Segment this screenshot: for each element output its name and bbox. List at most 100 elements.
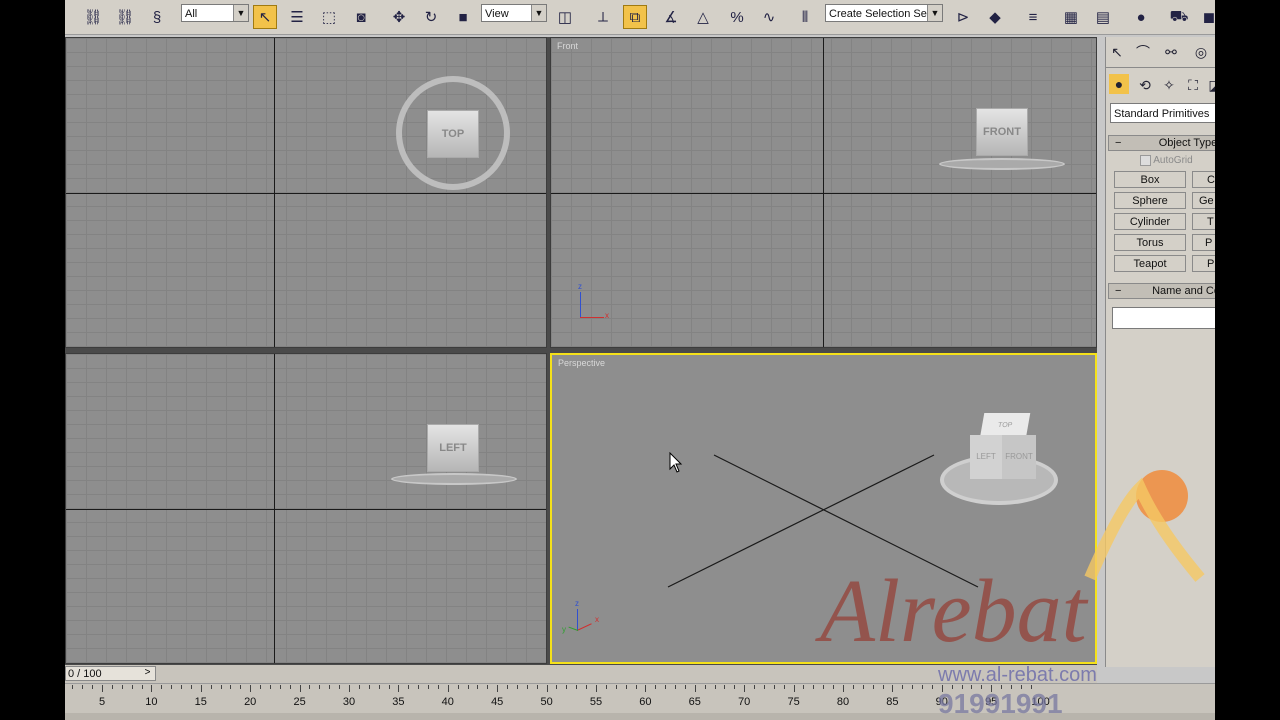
viewcube-ring[interactable] [939, 158, 1065, 170]
track-tick-label: 75 [787, 696, 800, 708]
checkbox-box[interactable] [1140, 155, 1151, 166]
axis-tripod-icon: z x [575, 282, 611, 324]
named-selection-dropdown[interactable]: Create Selection Set ▼ [825, 4, 943, 22]
select-by-name-icon[interactable]: ☰ [285, 5, 309, 29]
track-tick [141, 685, 143, 689]
cameras-icon[interactable]: ⛶ [1182, 74, 1204, 96]
track-tick-label: 55 [589, 696, 603, 708]
object-name-input[interactable] [1112, 307, 1215, 329]
watermark-logo [1084, 470, 1205, 582]
viewport-top[interactable]: TOP [65, 37, 547, 348]
schematic-view-icon[interactable]: ▤ [1091, 5, 1115, 29]
viewport-left[interactable]: LEFT [65, 353, 547, 664]
viewcube-left[interactable]: LEFT [427, 424, 479, 472]
pyramid-button[interactable]: P [1192, 234, 1215, 251]
angle-snap-icon[interactable]: ∡ [659, 5, 683, 29]
viewcube-perspective[interactable]: TOP LEFT FRONT [968, 413, 1038, 485]
viewcube-label: FRONT [983, 126, 1021, 138]
window-crossing-icon[interactable]: ◙ [349, 5, 373, 29]
curve-editor-icon[interactable]: ▦ [1059, 5, 1083, 29]
plane-button[interactable]: P [1192, 255, 1215, 272]
box-button[interactable]: Box [1114, 171, 1186, 188]
name-color-rollout[interactable]: − Name and Co [1108, 283, 1215, 299]
viewport-front[interactable]: Front FRONT z x [550, 37, 1097, 348]
named-selection-value: Create Selection Set [829, 8, 930, 20]
motion-tab-icon[interactable]: ◎ [1190, 41, 1212, 63]
track-tick [852, 685, 854, 689]
autogrid-checkbox[interactable]: AutoGrid [1140, 155, 1193, 166]
axis-y-label: y [562, 625, 566, 634]
grid-axis-line [823, 38, 824, 347]
percent-snap-icon[interactable]: △ [691, 5, 715, 29]
selection-filter-dropdown[interactable]: All ▼ [181, 4, 249, 22]
track-tick [457, 685, 459, 689]
category-value: Standard Primitives [1114, 108, 1210, 120]
mirror-icon[interactable]: ⊳ [951, 5, 975, 29]
lights-icon[interactable]: ✧ [1158, 74, 1180, 96]
track-tick-label: 35 [392, 696, 405, 708]
torus-button[interactable]: Torus [1114, 234, 1186, 251]
abc-icon[interactable]: ⫴ [793, 5, 817, 29]
viewcube-ring[interactable] [391, 473, 517, 485]
teapot-button[interactable]: Teapot [1114, 255, 1186, 272]
layer-manager-icon[interactable]: ≡ [1021, 5, 1045, 29]
bind-space-warp-icon[interactable]: § [145, 5, 169, 29]
next-frame-icon[interactable]: > [139, 666, 156, 681]
cylinder-button[interactable]: Cylinder [1114, 213, 1186, 230]
viewcube-top[interactable]: TOP [427, 110, 479, 158]
viewcube-front[interactable]: FRONT [976, 108, 1028, 156]
select-manipulate-icon[interactable]: ⟂ [591, 5, 615, 29]
track-tick [121, 685, 123, 689]
rectangular-selection-icon[interactable]: ⬚ [317, 5, 341, 29]
track-tick [931, 685, 933, 689]
time-slider-label: 0 / 100 [68, 668, 102, 680]
align-icon[interactable]: ◆ [983, 5, 1007, 29]
track-tick [813, 685, 815, 689]
quick-render-icon[interactable]: ◼ [1197, 5, 1215, 29]
track-tick [862, 685, 864, 689]
viewcube-face-left[interactable]: LEFT [970, 435, 1002, 479]
object-type-rollout[interactable]: − Object Type [1108, 135, 1215, 151]
unlink-icon[interactable]: ⛓ [113, 5, 137, 29]
track-tick [684, 685, 686, 689]
track-tick-label: 60 [639, 696, 652, 708]
spinner-snap-icon[interactable]: % [725, 5, 749, 29]
track-tick [418, 685, 420, 689]
rotate-icon[interactable]: ↻ [419, 5, 443, 29]
track-tick [437, 685, 439, 689]
helpers-icon[interactable]: ◪ [1204, 74, 1215, 96]
reference-coord-dropdown[interactable]: View ▼ [481, 4, 547, 22]
track-tick-label: 85 [886, 696, 899, 708]
track-tick [260, 685, 262, 689]
track-tick [368, 685, 370, 689]
shapes-icon[interactable]: ⟲ [1134, 74, 1156, 96]
viewcube-label: LEFT [439, 442, 467, 454]
select-link-icon[interactable]: ⛓ [81, 5, 105, 29]
move-icon[interactable]: ✥ [387, 5, 411, 29]
viewcube-face-front[interactable]: FRONT [1002, 435, 1036, 479]
track-tick-label: 20 [244, 696, 257, 708]
create-tab-icon[interactable]: ↖ [1106, 41, 1128, 63]
hierarchy-tab-icon[interactable]: ⚯ [1160, 41, 1182, 63]
track-tick [576, 685, 578, 689]
track-tick-label: 70 [738, 696, 751, 708]
collapse-icon: − [1115, 285, 1122, 297]
select-object-icon[interactable]: ↖ [253, 5, 277, 29]
modify-tab-icon[interactable]: ⌒ [1132, 41, 1154, 63]
render-setup-icon[interactable]: ⛟ [1167, 5, 1191, 29]
scale-icon[interactable]: ■ [451, 5, 475, 29]
sphere-button[interactable]: Sphere [1114, 192, 1186, 209]
category-dropdown[interactable]: Standard Primitives [1110, 103, 1215, 123]
track-tick [744, 685, 746, 692]
pivot-center-icon[interactable]: ◫ [553, 5, 577, 29]
track-tick [230, 685, 232, 689]
tube-button[interactable]: T [1192, 213, 1215, 230]
geosphere-button[interactable]: Ge [1192, 192, 1215, 209]
geometry-icon[interactable]: ● [1109, 74, 1129, 94]
edit-named-selection-icon[interactable]: ∿ [757, 5, 781, 29]
cone-button[interactable]: C [1192, 171, 1215, 188]
grid-axis-line [66, 193, 546, 194]
snaps-toggle-icon[interactable]: ⧉ [623, 5, 647, 29]
axis-tripod-icon: z x y [562, 599, 602, 639]
material-editor-icon[interactable]: ● [1129, 5, 1153, 29]
